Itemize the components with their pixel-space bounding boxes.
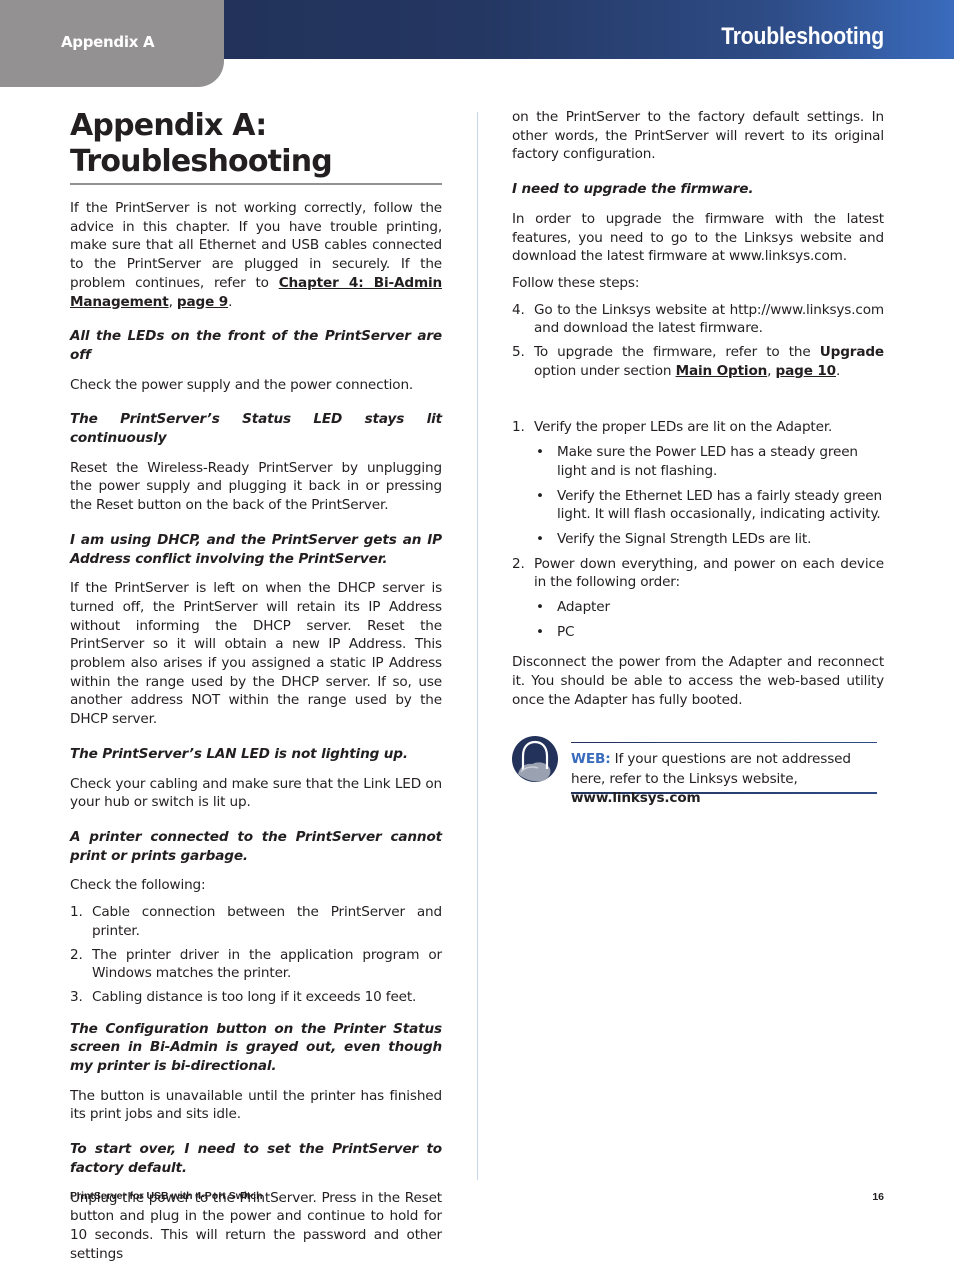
- chapter-tab-label: Appendix A: [61, 33, 155, 51]
- list-number: 1.: [512, 419, 525, 436]
- web-note-box: WEB: If your questions are not addressed…: [571, 742, 877, 806]
- bullet-item: • Adapter: [534, 598, 884, 617]
- left-column: Appendix A: Troubleshooting If the Print…: [70, 108, 442, 1263]
- bullet-text: Make sure the Power LED has a steady gre…: [557, 444, 858, 479]
- answer-dhcp-conflict: If the PrintServer is left on when the D…: [70, 580, 442, 728]
- list-item: 2. The printer driver in the application …: [70, 946, 442, 983]
- upgrade-steps: 4. Go to the Linksys website at http://ww…: [512, 301, 884, 381]
- list-item: 1. Cable connection between the PrintServ…: [70, 903, 442, 940]
- bullet-item: • Verify the Signal Strength LEDs are lit…: [534, 530, 884, 549]
- answer-leds-off: Check the power supply and the power con…: [70, 376, 414, 393]
- follow-steps-label: Follow these steps:: [512, 274, 640, 291]
- list-text: Power down everything, and power on each…: [534, 555, 884, 591]
- bullet-item: • Verify the Ethernet LED has a fairly st…: [534, 487, 884, 524]
- list-number: 1.: [70, 904, 83, 921]
- list-number: 3.: [70, 988, 83, 1005]
- column-divider: [477, 112, 478, 1180]
- page-title: Appendix A: Troubleshooting: [70, 108, 442, 185]
- list-item: 3. Cabling distance is too long if it exc…: [70, 988, 442, 1007]
- power-order: • Adapter • PC: [534, 598, 884, 641]
- answer-printer-garbage: Check the following:: [70, 877, 206, 894]
- answer-lan-led: Check your cabling and make sure that th…: [70, 775, 442, 811]
- bullet-icon: •: [536, 530, 544, 547]
- bullet-text: Verify the Signal Strength LEDs are lit.: [557, 530, 812, 547]
- bullet-text: Adapter: [557, 599, 610, 616]
- page-10-link[interactable]: page 10: [776, 363, 837, 379]
- bullet-icon: •: [536, 599, 544, 616]
- web-note-label: WEB:: [571, 751, 611, 767]
- list-text: Cabling distance is too long if it excee…: [92, 988, 417, 1005]
- web-note-text: If your questions are not addressed here…: [571, 751, 851, 787]
- list-text: The printer driver in the application pr…: [92, 946, 442, 982]
- section-title: Troubleshooting: [721, 23, 884, 50]
- page-9-link[interactable]: page 9: [177, 294, 228, 310]
- chapter-tab: Appendix A: [0, 0, 224, 87]
- answer-upgrade-firmware: In order to upgrade the firmware with th…: [512, 210, 884, 265]
- intro-end: .: [228, 293, 233, 310]
- list-text: Verify the proper LEDs are lit on the Ad…: [534, 419, 833, 436]
- bullet-icon: •: [536, 444, 544, 461]
- question-printer-garbage: A printer connected to the PrintServer c…: [70, 828, 442, 864]
- main-option-link[interactable]: Main Option: [676, 363, 768, 379]
- bullet-icon: •: [536, 623, 544, 640]
- section-banner: Troubleshooting: [224, 0, 954, 59]
- list-number: 5.: [512, 344, 525, 361]
- list-item: 1. Verify the proper LEDs are lit on the …: [512, 418, 884, 548]
- answer-factory-default-continued: on the PrintServer to the factory defaul…: [512, 109, 884, 163]
- closing-paragraph: Disconnect the power from the Adapter an…: [512, 654, 884, 708]
- linksys-url-link[interactable]: www.linksys.com: [571, 790, 701, 806]
- web-note: WEB: If your questions are not addressed…: [512, 736, 877, 806]
- list-text: Cable connection between the PrintServer…: [92, 904, 442, 939]
- list-item: 4. Go to the Linksys website at http://ww…: [512, 301, 884, 338]
- intro-paragraph: If the PrintServer is not working correc…: [70, 199, 442, 311]
- footer-page-number: 16: [872, 1191, 884, 1203]
- list-number: 2.: [70, 946, 83, 963]
- checklist: 1. Cable connection between the PrintServ…: [70, 903, 442, 1007]
- intro-separator: ,: [168, 293, 177, 310]
- question-status-led: The PrintServer’s Status LED stays lit c…: [70, 411, 442, 447]
- question-upgrade-firmware: I need to upgrade the firmware.: [512, 181, 754, 198]
- list-item: 2. Power down everything, and power on ea…: [512, 555, 884, 642]
- question-config-button: The Configuration button on the Printer …: [70, 1020, 442, 1075]
- answer-config-button: The button is unavailable until the prin…: [70, 1087, 442, 1123]
- right-column: on the PrintServer to the factory defaul…: [512, 108, 884, 710]
- list-number: 4.: [512, 301, 525, 318]
- list-text: To upgrade the firmware, refer to the: [534, 344, 820, 361]
- page-title-line2: Troubleshooting: [70, 144, 333, 179]
- list-separator: ,: [767, 362, 776, 379]
- led-checks: • Make sure the Power LED has a steady gr…: [534, 443, 884, 549]
- bullet-text: Verify the Ethernet LED has a fairly ste…: [557, 487, 882, 523]
- bullet-item: • Make sure the Power LED has a steady gr…: [534, 443, 884, 480]
- list-number: 2.: [512, 555, 525, 572]
- question-lan-led: The PrintServer’s LAN LED is not lightin…: [70, 745, 408, 762]
- page-title-line1: Appendix A:: [70, 108, 267, 143]
- globe-web-icon: [512, 736, 558, 782]
- bullet-item: • PC: [534, 623, 884, 642]
- answer-status-led: Reset the Wireless-Ready PrintServer by …: [70, 459, 442, 514]
- list-text: Go to the Linksys website at http://www.…: [534, 301, 884, 337]
- upgrade-option-name: Upgrade: [819, 344, 884, 361]
- question-dhcp-conflict: I am using DHCP, and the PrintServer get…: [70, 531, 442, 567]
- question-factory-default: To start over, I need to set the PrintSe…: [70, 1141, 442, 1176]
- adapter-steps: 1. Verify the proper LEDs are lit on the …: [512, 418, 884, 641]
- list-text: option under section: [534, 362, 676, 379]
- list-end: .: [835, 362, 841, 379]
- footer-product-name: PrintServer for USB with 4-Port Switch: [70, 1190, 263, 1202]
- question-leds-off: All the LEDs on the front of the PrintSe…: [70, 328, 442, 363]
- bullet-text: PC: [557, 623, 575, 640]
- list-item: 5. To upgrade the firmware, refer to the …: [512, 343, 884, 380]
- bullet-icon: •: [536, 487, 544, 504]
